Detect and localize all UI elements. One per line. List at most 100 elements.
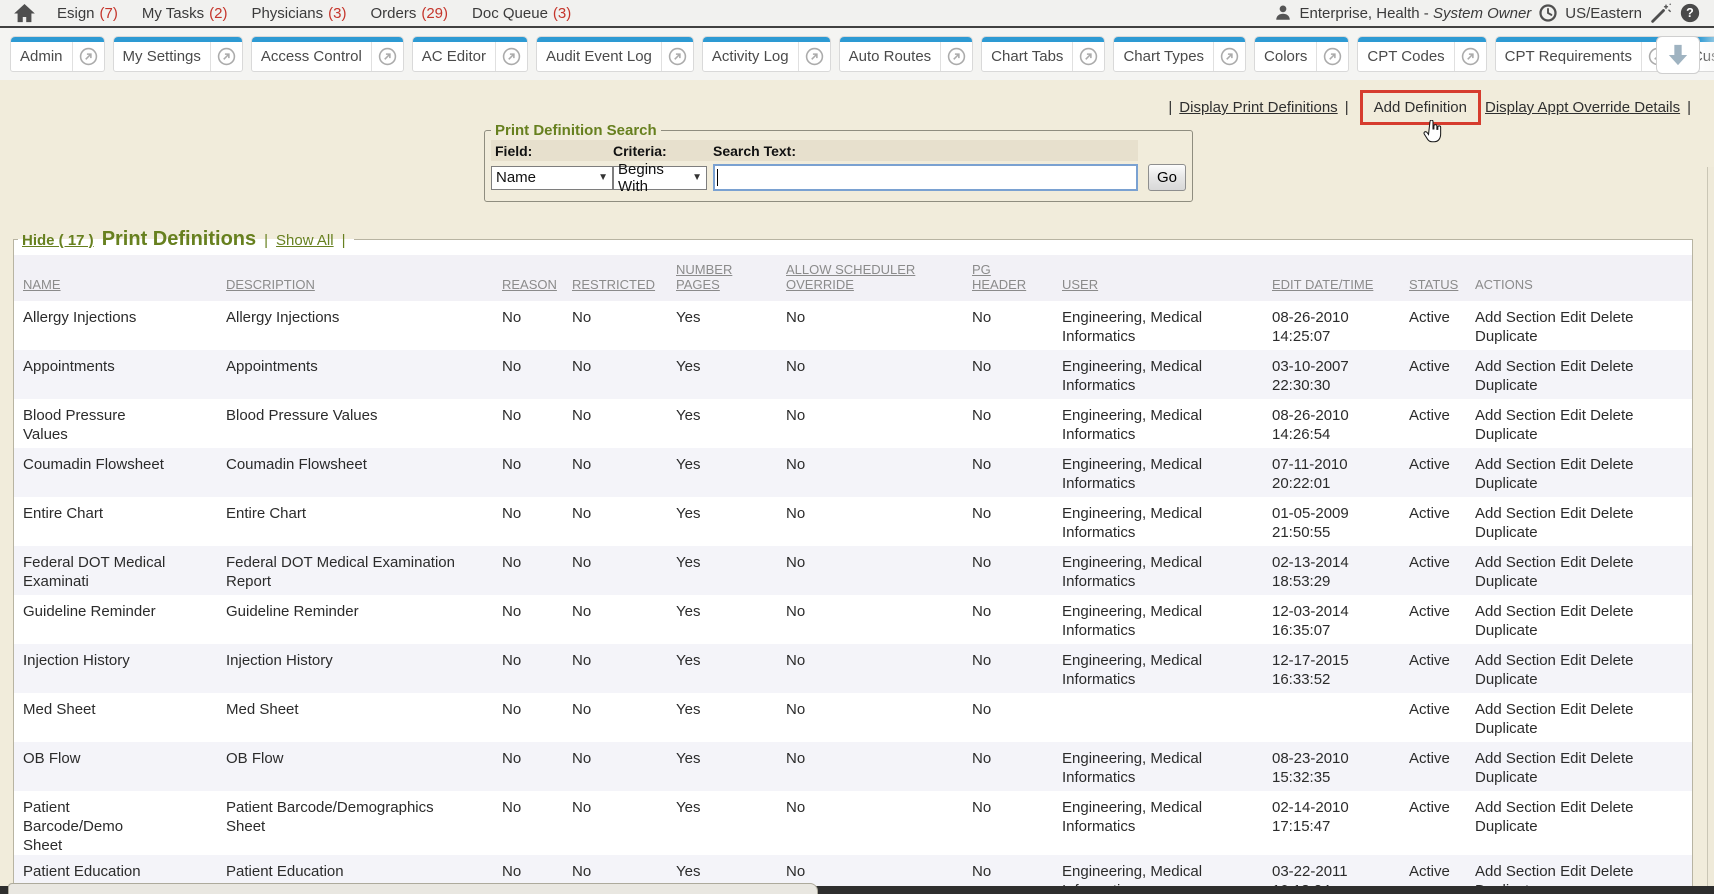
go-button[interactable]: Go [1148, 164, 1186, 191]
action-link[interactable]: Delete [1590, 505, 1633, 522]
action-link[interactable]: Duplicate [1475, 377, 1538, 394]
search-text-input[interactable] [713, 164, 1138, 191]
open-new-window-icon[interactable] [798, 42, 830, 71]
action-link[interactable]: Duplicate [1475, 769, 1538, 786]
action-link[interactable]: Edit [1560, 750, 1586, 767]
action-link[interactable]: Add Section [1475, 554, 1556, 571]
action-link[interactable]: Add Section [1475, 652, 1556, 669]
action-link[interactable]: Add Section [1475, 505, 1556, 522]
open-new-window-icon[interactable] [940, 42, 972, 71]
action-link[interactable]: Delete [1590, 456, 1633, 473]
action-link[interactable]: Add Section [1475, 603, 1556, 620]
action-link[interactable]: Edit [1560, 309, 1586, 326]
col-header-restricted[interactable]: RESTRICTED [572, 255, 676, 301]
col-header-allow-scheduler-override[interactable]: ALLOW SCHEDULER OVERRIDE [786, 255, 972, 301]
tab-access-control[interactable]: Access Control [251, 36, 404, 72]
action-link[interactable]: Edit [1560, 652, 1586, 669]
action-link[interactable]: Edit [1560, 358, 1586, 375]
action-link[interactable]: Add Section [1475, 309, 1556, 326]
action-link[interactable]: Delete [1590, 750, 1633, 767]
hide-link[interactable]: Hide ( 17 ) [22, 232, 94, 249]
criteria-select[interactable]: Begins With▼ [613, 166, 707, 190]
action-link[interactable]: Delete [1590, 358, 1633, 375]
action-link[interactable]: Duplicate [1475, 524, 1538, 541]
open-new-window-icon[interactable] [371, 42, 403, 71]
open-new-window-icon[interactable] [1213, 42, 1245, 71]
tab-overflow-button[interactable] [1656, 36, 1700, 74]
tab-cpt-codes[interactable]: CPT Codes [1357, 36, 1486, 72]
tab-auto-routes[interactable]: Auto Routes [839, 36, 974, 72]
action-link[interactable]: Delete [1590, 799, 1633, 816]
open-new-window-icon[interactable] [1454, 42, 1486, 71]
action-link[interactable]: Delete [1590, 554, 1633, 571]
action-link[interactable]: Edit [1560, 505, 1586, 522]
vertical-scrollbar[interactable] [1707, 167, 1714, 894]
open-new-window-icon[interactable] [1072, 42, 1104, 71]
col-header-edit-datetime[interactable]: EDIT DATE/TIME [1272, 255, 1409, 301]
tab-ac-editor[interactable]: AC Editor [412, 36, 528, 72]
action-link[interactable]: Edit [1560, 863, 1586, 880]
action-link[interactable]: Add Section [1475, 407, 1556, 424]
menu-my-tasks[interactable]: My Tasks(2) [142, 5, 228, 22]
cell-allow-scheduler-override: No [786, 595, 972, 644]
col-header-pg-header[interactable]: PG HEADER [972, 255, 1062, 301]
open-new-window-icon[interactable] [661, 42, 693, 71]
action-link[interactable]: Duplicate [1475, 622, 1538, 639]
col-header-reason[interactable]: REASON [502, 255, 572, 301]
action-link[interactable]: Delete [1590, 863, 1633, 880]
open-new-window-icon[interactable] [210, 42, 242, 71]
menu-doc-queue[interactable]: Doc Queue(3) [472, 5, 571, 22]
action-link[interactable]: Add Section [1475, 863, 1556, 880]
action-link[interactable]: Delete [1590, 603, 1633, 620]
action-link[interactable]: Delete [1590, 309, 1633, 326]
action-link[interactable]: Add Section [1475, 701, 1556, 718]
action-link[interactable]: Add Section [1475, 799, 1556, 816]
menu-orders[interactable]: Orders(29) [371, 5, 449, 22]
home-icon[interactable] [14, 4, 35, 23]
tab-audit-event-log[interactable]: Audit Event Log [536, 36, 694, 72]
tab-chart-types[interactable]: Chart Types [1113, 36, 1246, 72]
tab-chart-tabs[interactable]: Chart Tabs [981, 36, 1105, 72]
open-new-window-icon[interactable] [72, 42, 104, 71]
add-definition-link[interactable]: Add Definition [1374, 99, 1467, 116]
action-link[interactable]: Delete [1590, 652, 1633, 669]
action-link[interactable]: Add Section [1475, 358, 1556, 375]
help-icon[interactable]: ? [1680, 3, 1700, 23]
tab-admin[interactable]: Admin [10, 36, 105, 72]
col-header-user[interactable]: USER [1062, 255, 1272, 301]
action-link[interactable]: Edit [1560, 603, 1586, 620]
col-header-description[interactable]: DESCRIPTION [226, 255, 502, 301]
tab-cpt-requirements[interactable]: CPT Requirements [1495, 36, 1674, 72]
show-all-link[interactable]: Show All [276, 232, 334, 249]
open-new-window-icon[interactable] [1316, 42, 1348, 71]
action-link[interactable]: Duplicate [1475, 671, 1538, 688]
action-link[interactable]: Add Section [1475, 750, 1556, 767]
col-header-number-pages[interactable]: NUMBER PAGES [676, 255, 786, 301]
field-select[interactable]: Name▼ [491, 166, 613, 190]
action-link[interactable]: Edit [1560, 554, 1586, 571]
action-link[interactable]: Duplicate [1475, 818, 1538, 835]
menu-physicians[interactable]: Physicians(3) [251, 5, 346, 22]
col-header-status[interactable]: STATUS [1409, 255, 1475, 301]
display-print-definitions-link[interactable]: Display Print Definitions [1179, 99, 1337, 116]
action-link[interactable]: Add Section [1475, 456, 1556, 473]
tab-activity-log[interactable]: Activity Log [702, 36, 831, 72]
tab-my-settings[interactable]: My Settings [113, 36, 243, 72]
display-appt-override-details-link[interactable]: Display Appt Override Details [1485, 99, 1680, 116]
action-link[interactable]: Edit [1560, 407, 1586, 424]
action-link[interactable]: Duplicate [1475, 328, 1538, 345]
action-link[interactable]: Duplicate [1475, 475, 1538, 492]
action-link[interactable]: Edit [1560, 799, 1586, 816]
tab-colors[interactable]: Colors [1254, 36, 1349, 72]
action-link[interactable]: Delete [1590, 701, 1633, 718]
action-link[interactable]: Duplicate [1475, 573, 1538, 590]
action-link[interactable]: Edit [1560, 701, 1586, 718]
action-link[interactable]: Delete [1590, 407, 1633, 424]
menu-esign[interactable]: Esign(7) [57, 5, 118, 22]
open-new-window-icon[interactable] [495, 42, 527, 71]
action-link[interactable]: Duplicate [1475, 720, 1538, 737]
wand-icon[interactable] [1650, 3, 1672, 23]
action-link[interactable]: Duplicate [1475, 426, 1538, 443]
action-link[interactable]: Edit [1560, 456, 1586, 473]
col-header-name[interactable]: NAME [14, 255, 226, 301]
